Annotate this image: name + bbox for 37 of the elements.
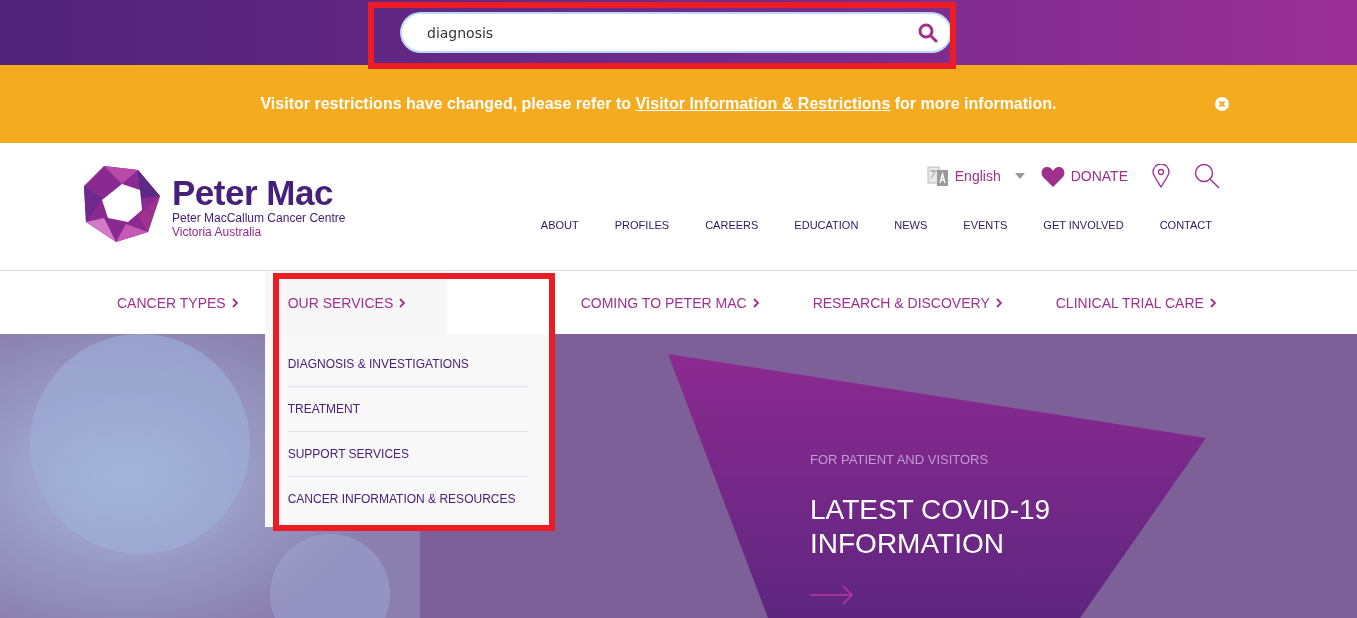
chevron-icon [995,297,1002,308]
top-nav-link[interactable]: GET INVOLVED [1043,219,1124,231]
chevron-icon [399,297,406,308]
search-field[interactable]: diagnosis [402,14,950,51]
close-icon [1214,96,1230,112]
dropdown-item[interactable]: CANCER INFORMATION & RESOURCES [287,477,528,521]
dropdown-item[interactable]: SUPPORT SERVICES [287,432,528,477]
translate-icon [926,165,949,187]
location-pin-icon [1152,164,1170,188]
top-nav-link[interactable]: EVENTS [963,219,1008,231]
dropdown-item[interactable]: TREATMENT [287,387,528,432]
logo-name: Peter Mac [172,175,334,211]
search-icon [1194,163,1220,189]
top-nav-link[interactable]: EDUCATION [794,219,859,231]
dropdown-item[interactable]: DIAGNOSIS & INVESTIGATIONS [287,342,528,387]
search-icon [918,23,938,43]
notice-text: Visitor restrictions have changed, please refer to Visitor Information & Restrictions for more information. [260,95,1058,113]
logo-subtitle: Peter MacCallum Cancer Centre [172,211,346,225]
chevron-icon [1209,297,1216,308]
chevron-icon [231,297,238,308]
heart-icon [1040,165,1065,187]
logo-location: Victoria Australia [172,225,263,239]
chevron-icon [752,297,759,308]
top-nav-link[interactable]: CONTACT [1159,219,1212,231]
search-button[interactable] [1194,163,1220,189]
top-nav-link[interactable]: NEWS [894,219,928,231]
top-nav-link[interactable]: ABOUT [540,219,579,231]
donate-link[interactable]: DONATE [1040,165,1128,187]
hero-eyebrow: FOR PATIENT AND VISITORS [810,452,990,467]
logo-icon [82,164,162,244]
location-button[interactable] [1152,164,1170,188]
top-nav-link[interactable]: CAREERS [705,219,759,231]
hero-title: LATEST COVID-19 INFORMATION [810,493,1052,561]
caret-icon [1014,173,1025,179]
language-selector[interactable]: English [926,165,1025,187]
top-nav-link[interactable]: PROFILES [614,219,670,231]
arrow-icon [810,585,854,605]
